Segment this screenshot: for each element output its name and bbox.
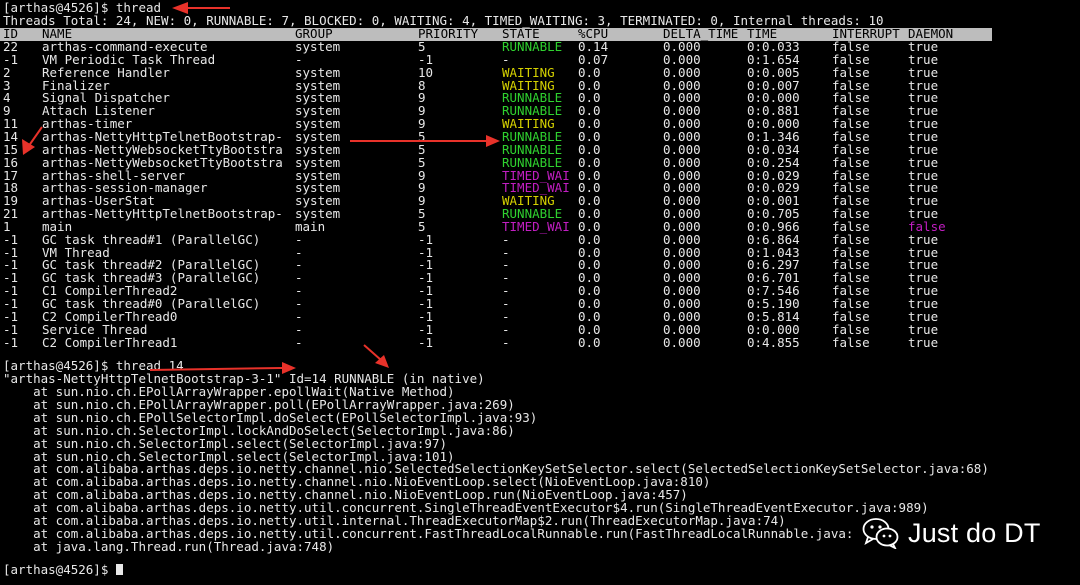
terminal-window[interactable]: [arthas@4526]$ thread Threads Total: 24,… [0, 0, 1080, 585]
watermark-text: Just do DT [908, 517, 1041, 548]
watermark: Just do DT [862, 517, 1041, 549]
arrow-head [282, 362, 296, 374]
arrow-to-thread-name [363, 344, 382, 361]
arrow-to-thread-14 [149, 367, 283, 371]
wechat-icon [862, 518, 899, 549]
arrow-head [172, 2, 188, 14]
annotation-arrows [22, 2, 500, 374]
arrow-head [486, 135, 500, 147]
